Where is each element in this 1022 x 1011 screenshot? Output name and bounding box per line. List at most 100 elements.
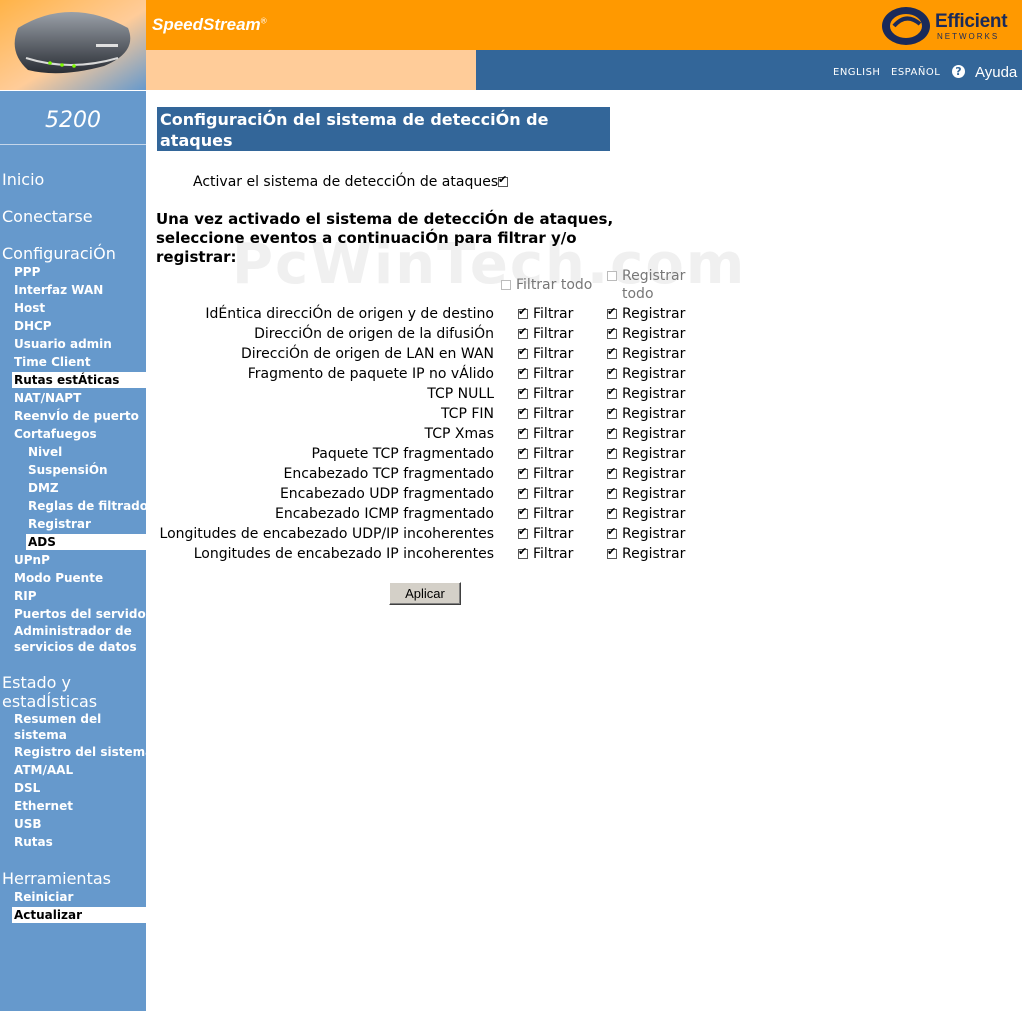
event-log-label: Registrar — [622, 326, 686, 342]
event-log-label: Registrar — [622, 366, 686, 382]
event-log-label: Registrar — [622, 546, 686, 562]
event-filter-label: Filtrar — [533, 446, 574, 462]
lang-english-link[interactable]: ENGLISH — [833, 67, 880, 78]
nav-ppp[interactable]: PPP — [14, 264, 40, 280]
event-log-checkbox[interactable] — [607, 365, 617, 379]
event-label: Longitudes de encabezado IP incoherentes — [193, 546, 494, 562]
event-filter-label: Filtrar — [533, 506, 574, 522]
nav-resumen-del-sistema[interactable]: Resumen del sistema — [14, 711, 144, 743]
event-log-label: Registrar — [622, 466, 686, 482]
event-label: TCP NULL — [427, 386, 494, 402]
event-log-label: Registrar — [622, 506, 686, 522]
event-filter-checkbox[interactable] — [518, 365, 528, 379]
event-label: DirecciÓn de origen de la difusiÓn — [254, 326, 494, 342]
event-filter-label: Filtrar — [533, 386, 574, 402]
event-log-checkbox[interactable] — [607, 325, 617, 339]
event-filter-label: Filtrar — [533, 306, 574, 322]
event-log-checkbox[interactable] — [607, 505, 617, 519]
nav-ethernet[interactable]: Ethernet — [14, 798, 73, 814]
event-filter-checkbox[interactable] — [518, 425, 528, 439]
log-all-label: Registrar todo — [622, 268, 686, 302]
event-filter-label: Filtrar — [533, 326, 574, 342]
event-label: IdÉntica direcciÓn de origen y de destin… — [205, 306, 494, 322]
event-filter-checkbox[interactable] — [518, 325, 528, 339]
filter-all-checkbox[interactable] — [501, 280, 511, 290]
nav-herramientas[interactable]: Herramientas — [2, 869, 111, 888]
event-log-checkbox[interactable] — [607, 465, 617, 479]
event-label: TCP FIN — [440, 406, 494, 422]
event-filter-label: Filtrar — [533, 426, 574, 442]
nav-conectarse[interactable]: Conectarse — [2, 207, 93, 226]
event-log-checkbox[interactable] — [607, 485, 617, 499]
nav-configuracion[interactable]: ConfiguraciÓn — [2, 244, 116, 263]
event-log-label: Registrar — [622, 406, 686, 422]
event-label: DirecciÓn de origen de LAN en WAN — [241, 346, 494, 362]
event-filter-checkbox[interactable] — [518, 465, 528, 479]
nav-actualizar[interactable]: Actualizar — [12, 907, 146, 923]
event-filter-checkbox[interactable] — [518, 545, 528, 559]
instructions-text: Una vez activado el sistema de detecciÓn… — [156, 210, 614, 266]
event-filter-checkbox[interactable] — [518, 485, 528, 499]
enable-checkbox[interactable] — [498, 173, 508, 187]
event-filter-label: Filtrar — [533, 466, 574, 482]
help-icon[interactable]: ? — [952, 65, 965, 78]
event-log-checkbox[interactable] — [607, 305, 617, 319]
event-filter-label: Filtrar — [533, 546, 574, 562]
nav-interfaz-wan[interactable]: Interfaz WAN — [14, 282, 103, 298]
event-filter-label: Filtrar — [533, 486, 574, 502]
event-label: Longitudes de encabezado UDP/IP incohere… — [159, 526, 494, 542]
filter-all-label: Filtrar todo — [516, 277, 593, 293]
event-filter-label: Filtrar — [533, 366, 574, 382]
event-filter-checkbox[interactable] — [518, 445, 528, 459]
nav-estado[interactable]: Estado y estadÍsticas — [2, 673, 132, 711]
nav-puertos-del-servidor[interactable]: Puertos del servidor — [14, 606, 152, 622]
help-link[interactable]: Ayuda — [975, 64, 1017, 81]
event-filter-checkbox[interactable] — [518, 505, 528, 519]
event-log-checkbox[interactable] — [607, 405, 617, 419]
logo-subtext: NETWORKS — [937, 32, 1000, 41]
event-label: Encabezado ICMP fragmentado — [275, 506, 494, 522]
page-title: ConfiguraciÓn del sistema de detecciÓn d… — [160, 110, 549, 150]
event-filter-checkbox[interactable] — [518, 525, 528, 539]
event-log-checkbox[interactable] — [607, 525, 617, 539]
event-log-checkbox[interactable] — [607, 545, 617, 559]
event-filter-label: Filtrar — [533, 346, 574, 362]
nav-atm-aal[interactable]: ATM/AAL — [14, 762, 73, 778]
event-label: Encabezado TCP fragmentado — [283, 466, 494, 482]
nav-administrador-servicios[interactable]: Administrador de servicios de datos — [14, 623, 144, 655]
enable-label: Activar el sistema de detecciÓn de ataqu… — [193, 174, 499, 190]
event-filter-checkbox[interactable] — [518, 385, 528, 399]
event-log-label: Registrar — [622, 486, 686, 502]
event-filter-checkbox[interactable] — [518, 345, 528, 359]
nav-inicio[interactable]: Inicio — [2, 170, 44, 189]
brand-name: SpeedStream® — [152, 15, 267, 34]
event-label: Encabezado UDP fragmentado — [279, 486, 494, 502]
event-log-label: Registrar — [622, 346, 686, 362]
event-log-label: Registrar — [622, 306, 686, 322]
sidebar-divider — [0, 144, 146, 145]
event-log-checkbox[interactable] — [607, 425, 617, 439]
event-label: Paquete TCP fragmentado — [311, 446, 494, 462]
nav-registro-del-sistema[interactable]: Registro del sistema — [14, 744, 153, 760]
event-log-label: Registrar — [622, 386, 686, 402]
nav-reiniciar[interactable]: Reiniciar — [14, 889, 73, 905]
event-filter-label: Filtrar — [533, 406, 574, 422]
lang-spanish-link[interactable]: ESPAÑOL — [891, 67, 940, 78]
nav-rip[interactable]: RIP — [14, 588, 37, 604]
event-log-label: Registrar — [622, 446, 686, 462]
event-filter-checkbox[interactable] — [518, 305, 528, 319]
log-all-checkbox[interactable] — [607, 271, 617, 281]
event-log-checkbox[interactable] — [607, 445, 617, 459]
nav-rutas[interactable]: Rutas — [14, 834, 53, 850]
logo-wordmark: Efficient — [935, 11, 1008, 32]
event-filter-checkbox[interactable] — [518, 405, 528, 419]
nav-modo-puente[interactable]: Modo Puente — [14, 570, 103, 586]
nav-usb[interactable]: USB — [14, 816, 42, 832]
event-log-label: Registrar — [622, 426, 686, 442]
event-log-checkbox[interactable] — [607, 385, 617, 399]
event-log-checkbox[interactable] — [607, 345, 617, 359]
apply-button[interactable]: Aplicar — [389, 582, 461, 605]
nav-dsl[interactable]: DSL — [14, 780, 40, 796]
event-filter-label: Filtrar — [533, 526, 574, 542]
event-label: Fragmento de paquete IP no vÁlido — [247, 366, 494, 382]
